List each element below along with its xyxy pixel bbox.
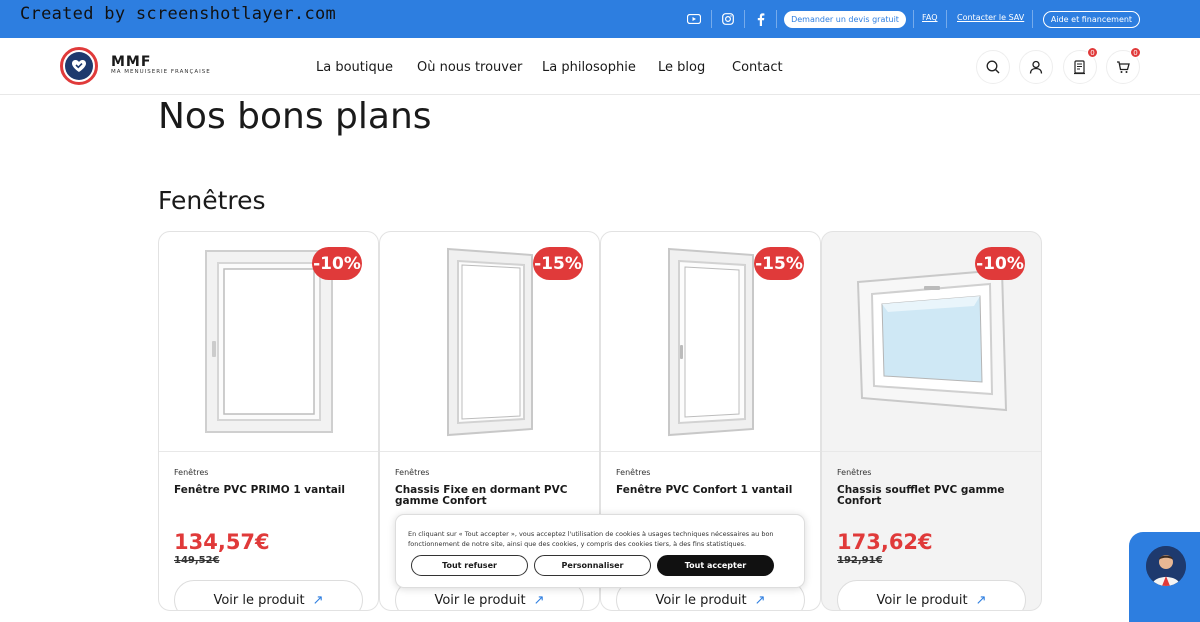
view-product-label: Voir le produit xyxy=(213,592,305,608)
cart-count-badge: 0 xyxy=(1130,47,1141,58)
refuse-all-button[interactable]: Tout refuser xyxy=(411,555,528,576)
watermark: Created by screenshotlayer.com xyxy=(20,4,337,24)
divider xyxy=(946,10,947,28)
product-name[interactable]: Chassis soufflet PVC gamme Confort xyxy=(837,485,1027,507)
quote-count-badge: 0 xyxy=(1087,47,1098,58)
product-price: 134,57€ xyxy=(174,530,270,554)
search-button[interactable] xyxy=(976,50,1010,84)
discount-badge: -10% xyxy=(975,247,1025,280)
heart-icon xyxy=(65,52,93,80)
divider xyxy=(711,10,712,28)
search-icon xyxy=(986,60,1000,74)
view-product-button[interactable]: Voir le produit ↗ xyxy=(174,580,363,610)
brand-name: MMF xyxy=(111,54,152,70)
chat-widget[interactable] xyxy=(1129,532,1200,622)
nav-contact[interactable]: Contact xyxy=(732,60,783,75)
view-product-label: Voir le produit xyxy=(434,592,526,608)
product-old-price: 149,52€ xyxy=(174,555,220,566)
brand[interactable]: MMF MA MENUISERIE FRANÇAISE xyxy=(111,54,211,75)
discount-badge: -15% xyxy=(754,247,804,280)
cookie-text: En cliquant sur « Tout accepter », vous … xyxy=(408,530,774,548)
faq-link[interactable]: FAQ xyxy=(922,13,938,22)
logo[interactable] xyxy=(60,47,98,85)
product-name[interactable]: Fenêtre PVC Confort 1 vantail xyxy=(616,485,806,496)
product-card[interactable]: -10% Fenêtres Chassis soufflet PVC gamme… xyxy=(821,231,1042,611)
cart-button[interactable]: 0 xyxy=(1106,47,1141,84)
user-icon xyxy=(1029,60,1043,74)
instagram-icon[interactable] xyxy=(720,11,736,27)
section-title: Fenêtres xyxy=(158,186,266,215)
contact-sav-link[interactable]: Contacter le SAV xyxy=(957,13,1024,22)
nav-blog[interactable]: Le blog xyxy=(658,60,705,75)
arrow-icon: ↗ xyxy=(975,592,987,608)
view-product-label: Voir le produit xyxy=(876,592,968,608)
main-header: MMF MA MENUISERIE FRANÇAISE La boutique … xyxy=(0,38,1200,95)
divider xyxy=(744,10,745,28)
product-name[interactable]: Fenêtre PVC PRIMO 1 vantail xyxy=(174,485,364,496)
customize-button[interactable]: Personnaliser xyxy=(534,555,651,576)
product-old-price: 192,91€ xyxy=(837,555,883,566)
nav-philosophie[interactable]: La philosophie xyxy=(542,60,636,75)
product-category[interactable]: Fenêtres xyxy=(174,468,208,477)
account-button[interactable] xyxy=(1019,50,1053,84)
product-category[interactable]: Fenêtres xyxy=(616,468,650,477)
cookie-banner: En cliquant sur « Tout accepter », vous … xyxy=(395,514,805,588)
youtube-icon[interactable] xyxy=(686,11,702,27)
view-product-label: Voir le produit xyxy=(655,592,747,608)
quote-cart-button[interactable]: 0 xyxy=(1063,47,1098,84)
discount-badge: -15% xyxy=(533,247,583,280)
arrow-icon: ↗ xyxy=(312,592,324,608)
product-category[interactable]: Fenêtres xyxy=(837,468,871,477)
arrow-icon: ↗ xyxy=(754,592,766,608)
view-product-button[interactable]: Voir le produit ↗ xyxy=(837,580,1026,610)
product-price: 173,62€ xyxy=(837,530,933,554)
chat-avatar[interactable] xyxy=(1146,546,1186,586)
brand-tagline: MA MENUISERIE FRANÇAISE xyxy=(111,69,211,75)
help-financing-button[interactable]: Aide et financement xyxy=(1043,11,1140,28)
nav-boutique[interactable]: La boutique xyxy=(316,60,393,75)
divider xyxy=(1032,10,1033,28)
discount-badge: -10% xyxy=(312,247,362,280)
facebook-icon[interactable] xyxy=(753,11,769,27)
product-card[interactable]: -10% Fenêtres Fenêtre PVC PRIMO 1 vantai… xyxy=(158,231,379,611)
quote-request-button[interactable]: Demander un devis gratuit xyxy=(784,11,906,28)
top-bar: Created by screenshotlayer.com Demander … xyxy=(0,0,1200,38)
quote-icon xyxy=(1074,59,1085,74)
divider xyxy=(776,10,777,28)
arrow-icon: ↗ xyxy=(533,592,545,608)
accept-all-button[interactable]: Tout accepter xyxy=(657,555,774,576)
page-title: Nos bons plans xyxy=(158,96,432,137)
divider xyxy=(913,10,914,28)
product-category[interactable]: Fenêtres xyxy=(395,468,429,477)
nav-ou-nous-trouver[interactable]: Où nous trouver xyxy=(417,60,522,75)
cart-icon xyxy=(1117,61,1130,73)
product-name[interactable]: Chassis Fixe en dormant PVC gamme Confor… xyxy=(395,485,585,507)
